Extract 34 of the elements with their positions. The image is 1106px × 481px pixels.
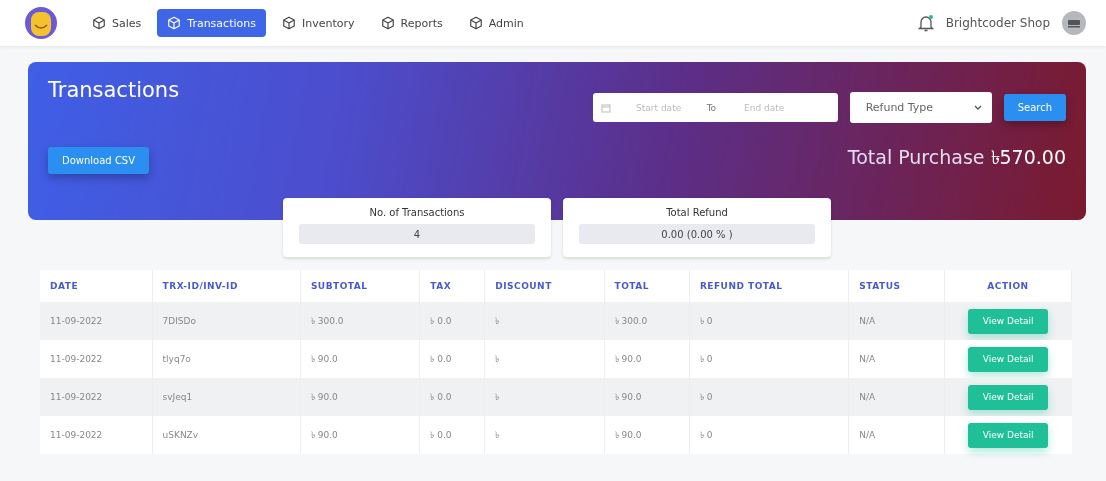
stat-value: 4 bbox=[299, 224, 535, 244]
nav-tab[interactable]: Admin bbox=[458, 9, 534, 37]
calendar-icon bbox=[600, 102, 611, 113]
nav-tab[interactable]: Reports bbox=[370, 9, 453, 37]
shop-name: Brightcoder Shop bbox=[945, 16, 1050, 30]
bell-icon[interactable] bbox=[917, 14, 934, 32]
table-cell: ৳ 0 bbox=[689, 416, 849, 454]
nav-tab[interactable]: Inventory bbox=[271, 9, 365, 37]
chevron-icon bbox=[973, 104, 982, 111]
cube-icon bbox=[380, 16, 395, 30]
table-cell: ৳ bbox=[484, 416, 605, 454]
table-cell: ৳ 90.0 bbox=[604, 416, 690, 454]
nav-tab[interactable]: Transactions bbox=[157, 9, 266, 37]
search-button[interactable]: Search bbox=[1003, 94, 1066, 121]
cube-icon bbox=[92, 16, 106, 30]
table-cell: N/A bbox=[848, 416, 945, 454]
to-label: To bbox=[706, 102, 717, 113]
stat-label: No. of Transactions bbox=[369, 207, 465, 218]
stat-label: Total Refund bbox=[666, 207, 728, 218]
table-cell: 11-09-2022 bbox=[40, 416, 153, 454]
nav-tab[interactable]: Sales bbox=[82, 9, 152, 37]
avatar-icon[interactable] bbox=[1062, 11, 1086, 35]
table-cell: ৳ 0.0 bbox=[419, 416, 485, 454]
cube-icon bbox=[281, 16, 296, 30]
download-csv-button[interactable]: Download CSV bbox=[48, 147, 150, 174]
total-purchase: Total Purchase ৳570.00 bbox=[847, 145, 1066, 170]
page-title: Transactions bbox=[48, 78, 180, 102]
table-cell: ৳ 90.0 bbox=[300, 416, 420, 454]
table-cell: uSKNZv bbox=[152, 416, 301, 454]
smiley-logo[interactable] bbox=[24, 6, 58, 40]
cube-icon bbox=[468, 16, 483, 30]
stat-value: 0.00 (0.00 % ) bbox=[579, 224, 815, 244]
refund-type-select[interactable]: Refund Type bbox=[849, 92, 992, 123]
cube-icon bbox=[167, 16, 182, 30]
